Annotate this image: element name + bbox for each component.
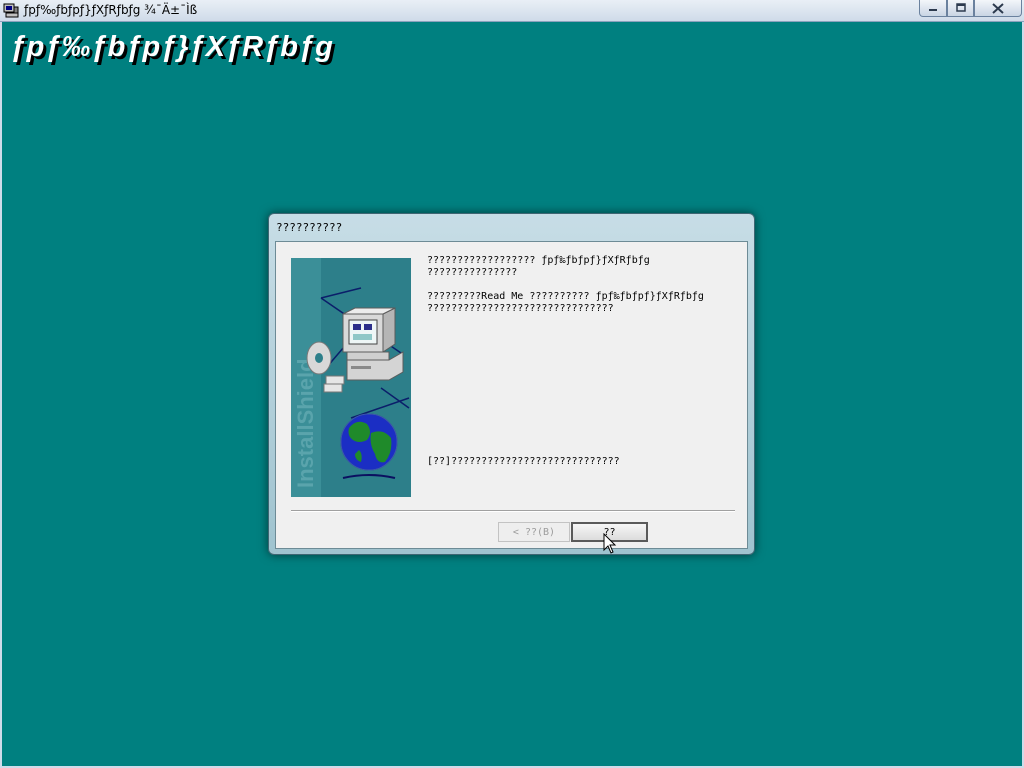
maximize-icon [955, 3, 966, 12]
close-button[interactable] [974, 0, 1022, 17]
dialog-content: InstallShield ?????????????????? ƒpƒ‰ƒbƒ… [275, 241, 748, 549]
close-icon [992, 2, 1004, 14]
installshield-side-image: InstallShield [291, 258, 411, 497]
dialog-title: ?????????? [276, 221, 343, 234]
dialog-message-readme: ?????????Read Me ?????????? ƒpƒ‰ƒbƒpƒ}ƒX… [427, 291, 704, 314]
svg-text:InstallShield: InstallShield [293, 358, 318, 488]
mouse-cursor-icon [603, 532, 617, 555]
dialog-message-welcome: ?????????????????? ƒpƒ‰ƒbƒpƒ}ƒXƒRƒbƒg ??… [427, 255, 650, 278]
button-separator [291, 510, 735, 512]
window-titlebar[interactable]: ƒpƒ‰ƒbƒpƒ}ƒXƒRƒbƒg ¾¯Ä±¯Ìß [0, 0, 1024, 22]
setup-dialog: ?????????? InstallShield ???????????????… [268, 213, 755, 555]
dialog-message-next-hint: [??]???????????????????????????? [427, 456, 620, 467]
window-title: ƒpƒ‰ƒbƒpƒ}ƒXƒRƒbƒg ¾¯Ä±¯Ìß [24, 3, 198, 17]
minimize-button[interactable] [919, 0, 947, 17]
app-icon [3, 3, 19, 18]
maximize-button[interactable] [947, 0, 974, 17]
back-button[interactable]: < ??(B) [498, 522, 570, 542]
minimize-icon [929, 9, 937, 11]
banner-title: ƒpƒ‰ƒbƒpƒ}ƒXƒRƒbƒg [10, 31, 334, 63]
